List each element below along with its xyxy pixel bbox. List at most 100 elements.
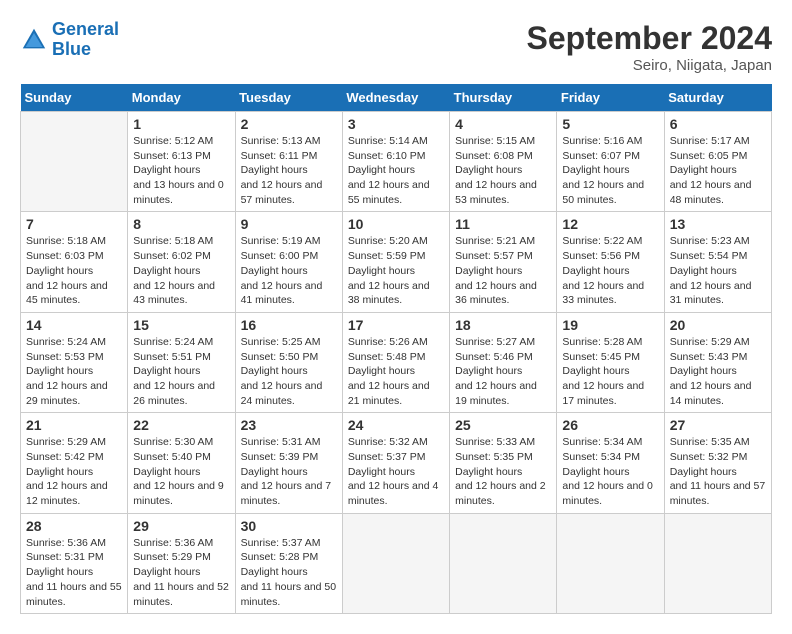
calendar-cell: 30 Sunrise: 5:37 AM Sunset: 5:28 PM Dayl… (235, 513, 342, 613)
day-number: 6 (670, 116, 766, 132)
day-number: 28 (26, 518, 122, 534)
calendar-cell: 10 Sunrise: 5:20 AM Sunset: 5:59 PM Dayl… (342, 212, 449, 312)
day-info: Sunrise: 5:27 AM Sunset: 5:46 PM Dayligh… (455, 335, 551, 408)
day-info: Sunrise: 5:24 AM Sunset: 5:53 PM Dayligh… (26, 335, 122, 408)
day-info: Sunrise: 5:36 AM Sunset: 5:31 PM Dayligh… (26, 536, 122, 609)
calendar-cell (21, 112, 128, 212)
day-number: 30 (241, 518, 337, 534)
day-info: Sunrise: 5:21 AM Sunset: 5:57 PM Dayligh… (455, 234, 551, 307)
day-info: Sunrise: 5:34 AM Sunset: 5:34 PM Dayligh… (562, 435, 658, 508)
day-info: Sunrise: 5:24 AM Sunset: 5:51 PM Dayligh… (133, 335, 229, 408)
calendar-cell: 23 Sunrise: 5:31 AM Sunset: 5:39 PM Dayl… (235, 413, 342, 513)
day-number: 21 (26, 417, 122, 433)
day-info: Sunrise: 5:14 AM Sunset: 6:10 PM Dayligh… (348, 134, 444, 207)
calendar-cell: 25 Sunrise: 5:33 AM Sunset: 5:35 PM Dayl… (450, 413, 557, 513)
calendar-table: Sunday Monday Tuesday Wednesday Thursday… (20, 84, 772, 614)
location: Seiro, Niigata, Japan (527, 57, 772, 74)
month-title: September 2024 (527, 20, 772, 57)
day-number: 7 (26, 216, 122, 232)
calendar-cell: 2 Sunrise: 5:13 AM Sunset: 6:11 PM Dayli… (235, 112, 342, 212)
header-row: Sunday Monday Tuesday Wednesday Thursday… (21, 84, 772, 112)
day-number: 14 (26, 317, 122, 333)
day-info: Sunrise: 5:35 AM Sunset: 5:32 PM Dayligh… (670, 435, 766, 508)
col-thursday: Thursday (450, 84, 557, 112)
day-info: Sunrise: 5:37 AM Sunset: 5:28 PM Dayligh… (241, 536, 337, 609)
calendar-cell: 20 Sunrise: 5:29 AM Sunset: 5:43 PM Dayl… (664, 312, 771, 412)
day-info: Sunrise: 5:32 AM Sunset: 5:37 PM Dayligh… (348, 435, 444, 508)
calendar-row: 7 Sunrise: 5:18 AM Sunset: 6:03 PM Dayli… (21, 212, 772, 312)
calendar-cell: 1 Sunrise: 5:12 AM Sunset: 6:13 PM Dayli… (128, 112, 235, 212)
day-number: 10 (348, 216, 444, 232)
day-info: Sunrise: 5:17 AM Sunset: 6:05 PM Dayligh… (670, 134, 766, 207)
calendar-cell: 3 Sunrise: 5:14 AM Sunset: 6:10 PM Dayli… (342, 112, 449, 212)
calendar-cell: 4 Sunrise: 5:15 AM Sunset: 6:08 PM Dayli… (450, 112, 557, 212)
day-number: 11 (455, 216, 551, 232)
logo-icon (20, 26, 48, 54)
calendar-cell: 5 Sunrise: 5:16 AM Sunset: 6:07 PM Dayli… (557, 112, 664, 212)
day-info: Sunrise: 5:25 AM Sunset: 5:50 PM Dayligh… (241, 335, 337, 408)
day-info: Sunrise: 5:16 AM Sunset: 6:07 PM Dayligh… (562, 134, 658, 207)
logo-text: General Blue (52, 20, 119, 60)
calendar-cell: 18 Sunrise: 5:27 AM Sunset: 5:46 PM Dayl… (450, 312, 557, 412)
col-saturday: Saturday (664, 84, 771, 112)
day-info: Sunrise: 5:15 AM Sunset: 6:08 PM Dayligh… (455, 134, 551, 207)
col-sunday: Sunday (21, 84, 128, 112)
day-number: 2 (241, 116, 337, 132)
day-number: 18 (455, 317, 551, 333)
calendar-cell: 12 Sunrise: 5:22 AM Sunset: 5:56 PM Dayl… (557, 212, 664, 312)
calendar-cell: 17 Sunrise: 5:26 AM Sunset: 5:48 PM Dayl… (342, 312, 449, 412)
day-number: 15 (133, 317, 229, 333)
day-info: Sunrise: 5:23 AM Sunset: 5:54 PM Dayligh… (670, 234, 766, 307)
calendar-cell: 28 Sunrise: 5:36 AM Sunset: 5:31 PM Dayl… (21, 513, 128, 613)
day-info: Sunrise: 5:18 AM Sunset: 6:02 PM Dayligh… (133, 234, 229, 307)
calendar-cell (664, 513, 771, 613)
day-info: Sunrise: 5:29 AM Sunset: 5:43 PM Dayligh… (670, 335, 766, 408)
day-info: Sunrise: 5:29 AM Sunset: 5:42 PM Dayligh… (26, 435, 122, 508)
calendar-cell: 24 Sunrise: 5:32 AM Sunset: 5:37 PM Dayl… (342, 413, 449, 513)
day-number: 5 (562, 116, 658, 132)
day-number: 17 (348, 317, 444, 333)
day-info: Sunrise: 5:19 AM Sunset: 6:00 PM Dayligh… (241, 234, 337, 307)
day-number: 13 (670, 216, 766, 232)
day-number: 12 (562, 216, 658, 232)
calendar-cell: 11 Sunrise: 5:21 AM Sunset: 5:57 PM Dayl… (450, 212, 557, 312)
day-info: Sunrise: 5:18 AM Sunset: 6:03 PM Dayligh… (26, 234, 122, 307)
day-number: 19 (562, 317, 658, 333)
calendar-cell: 27 Sunrise: 5:35 AM Sunset: 5:32 PM Dayl… (664, 413, 771, 513)
calendar-row: 14 Sunrise: 5:24 AM Sunset: 5:53 PM Dayl… (21, 312, 772, 412)
day-info: Sunrise: 5:13 AM Sunset: 6:11 PM Dayligh… (241, 134, 337, 207)
calendar-cell (450, 513, 557, 613)
calendar-cell: 14 Sunrise: 5:24 AM Sunset: 5:53 PM Dayl… (21, 312, 128, 412)
calendar-cell (342, 513, 449, 613)
day-number: 1 (133, 116, 229, 132)
calendar-row: 28 Sunrise: 5:36 AM Sunset: 5:31 PM Dayl… (21, 513, 772, 613)
calendar-row: 21 Sunrise: 5:29 AM Sunset: 5:42 PM Dayl… (21, 413, 772, 513)
day-number: 16 (241, 317, 337, 333)
col-wednesday: Wednesday (342, 84, 449, 112)
day-number: 22 (133, 417, 229, 433)
day-number: 9 (241, 216, 337, 232)
calendar-cell: 15 Sunrise: 5:24 AM Sunset: 5:51 PM Dayl… (128, 312, 235, 412)
day-number: 8 (133, 216, 229, 232)
col-monday: Monday (128, 84, 235, 112)
day-number: 23 (241, 417, 337, 433)
calendar-cell (557, 513, 664, 613)
day-number: 4 (455, 116, 551, 132)
calendar-body: 1 Sunrise: 5:12 AM Sunset: 6:13 PM Dayli… (21, 112, 772, 614)
day-number: 24 (348, 417, 444, 433)
day-number: 25 (455, 417, 551, 433)
day-info: Sunrise: 5:20 AM Sunset: 5:59 PM Dayligh… (348, 234, 444, 307)
day-number: 20 (670, 317, 766, 333)
calendar-cell: 9 Sunrise: 5:19 AM Sunset: 6:00 PM Dayli… (235, 212, 342, 312)
day-number: 29 (133, 518, 229, 534)
calendar-cell: 26 Sunrise: 5:34 AM Sunset: 5:34 PM Dayl… (557, 413, 664, 513)
calendar-cell: 16 Sunrise: 5:25 AM Sunset: 5:50 PM Dayl… (235, 312, 342, 412)
col-tuesday: Tuesday (235, 84, 342, 112)
day-number: 27 (670, 417, 766, 433)
calendar-row: 1 Sunrise: 5:12 AM Sunset: 6:13 PM Dayli… (21, 112, 772, 212)
day-info: Sunrise: 5:12 AM Sunset: 6:13 PM Dayligh… (133, 134, 229, 207)
calendar-cell: 29 Sunrise: 5:36 AM Sunset: 5:29 PM Dayl… (128, 513, 235, 613)
day-info: Sunrise: 5:36 AM Sunset: 5:29 PM Dayligh… (133, 536, 229, 609)
day-info: Sunrise: 5:31 AM Sunset: 5:39 PM Dayligh… (241, 435, 337, 508)
title-block: September 2024 Seiro, Niigata, Japan (527, 20, 772, 74)
